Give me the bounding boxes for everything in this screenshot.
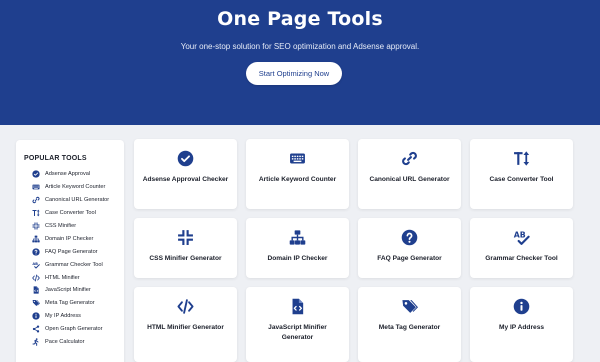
sidebar-list: Adsense Approval Article Keyword Counter C… <box>24 168 124 348</box>
spell-check-icon: AB <box>470 228 573 246</box>
compress-icon <box>31 222 40 231</box>
network-icon <box>246 228 349 246</box>
tool-card[interactable]: My IP Address <box>470 287 573 362</box>
text-height-icon <box>31 209 40 218</box>
link-icon <box>31 196 40 205</box>
network-icon <box>31 234 40 243</box>
tool-card[interactable]: Case Converter Tool <box>470 139 573 209</box>
sidebar-item-label: Grammar Checker Tool <box>45 261 103 268</box>
hero-banner: One Page Tools Your one-stop solution fo… <box>0 0 600 125</box>
compress-icon <box>134 228 237 246</box>
sidebar-item-label: HTML Minifier <box>45 274 80 281</box>
sidebar-item-label: Canonical URL Generator <box>45 197 110 204</box>
site-tagline: Your one-stop solution for SEO optimizat… <box>180 42 420 51</box>
sidebar-item[interactable]: JavaScript Minifier <box>24 284 124 297</box>
tool-card[interactable]: CSS Minifier Generator <box>134 218 237 278</box>
file-code-icon <box>31 286 40 295</box>
code-icon <box>134 297 237 315</box>
sidebar-item[interactable]: Adsense Approval <box>24 168 124 181</box>
tool-card-title: Grammar Checker Tool <box>485 255 558 262</box>
tool-card[interactable]: JavaScript Minifier Generator <box>246 287 349 362</box>
sidebar-item-label: Pace Calculator <box>45 339 85 346</box>
tool-card[interactable]: FAQ Page Generator <box>358 218 461 278</box>
sidebar-item[interactable]: AB Grammar Checker Tool <box>24 258 124 271</box>
tool-card-title: Article Keyword Counter <box>258 176 337 183</box>
tags-icon <box>358 297 461 315</box>
sidebar-item[interactable]: CSS Minifier <box>24 220 124 233</box>
popular-tools-sidebar: POPULAR TOOLS Adsense Approval Article Ke… <box>16 140 124 362</box>
tool-card-title: My IP Address <box>498 324 545 331</box>
tool-card[interactable]: Adsense Approval Checker <box>134 139 237 209</box>
tool-card-title: JavaScript Minifier Generator <box>268 324 327 341</box>
sidebar-item-label: JavaScript Minifier <box>45 287 91 294</box>
tool-card[interactable]: Canonical URL Generator <box>358 139 461 209</box>
sidebar-item-label: Meta Tag Generator <box>45 300 95 307</box>
tool-card[interactable]: HTML Minifier Generator <box>134 287 237 362</box>
sidebar-item-label: Article Keyword Counter <box>45 184 106 191</box>
info-circle-icon <box>470 297 573 315</box>
keyboard-icon <box>31 183 40 192</box>
check-circle-icon <box>134 149 237 167</box>
sidebar-item[interactable]: My IP Address <box>24 310 124 323</box>
sidebar-item[interactable]: Article Keyword Counter <box>24 181 124 194</box>
sidebar-item-label: CSS Minifier <box>45 223 77 229</box>
tool-card-title: Domain IP Checker <box>267 255 328 262</box>
tool-card[interactable]: Domain IP Checker <box>246 218 349 278</box>
tags-icon <box>31 299 40 308</box>
keyboard-icon <box>246 149 349 167</box>
tool-card[interactable]: AB Grammar Checker Tool <box>470 218 573 278</box>
sidebar-item-label: Adsense Approval <box>45 171 91 178</box>
sidebar-heading: POPULAR TOOLS <box>24 155 87 162</box>
running-icon <box>31 338 40 347</box>
sidebar-item[interactable]: Case Converter Tool <box>24 207 124 220</box>
sidebar-item[interactable]: Domain IP Checker <box>24 232 124 245</box>
sidebar-item[interactable]: Open Graph Generator <box>24 323 124 336</box>
tool-card-title: Canonical URL Generator <box>369 176 450 183</box>
sidebar-item[interactable]: HTML Minifier <box>24 271 124 284</box>
info-circle-icon <box>31 312 40 321</box>
sidebar-item-label: Case Converter Tool <box>45 210 96 217</box>
svg-text:AB: AB <box>32 262 38 266</box>
tool-card-title: Case Converter Tool <box>489 176 554 183</box>
share-icon <box>31 325 40 334</box>
tool-card-title: HTML Minifier Generator <box>147 324 224 331</box>
svg-text:AB: AB <box>514 230 526 239</box>
link-icon <box>358 149 461 167</box>
tool-card[interactable]: Article Keyword Counter <box>246 139 349 209</box>
code-icon <box>31 273 40 282</box>
sidebar-item[interactable]: FAQ Page Generator <box>24 245 124 258</box>
question-circle-icon <box>31 247 40 256</box>
question-circle-icon <box>358 228 461 246</box>
sidebar-item[interactable]: Meta Tag Generator <box>24 297 124 310</box>
tool-card-title: Meta Tag Generator <box>378 324 441 331</box>
sidebar-item-label: My IP Address <box>45 313 81 320</box>
sidebar-item-label: Open Graph Generator <box>45 326 103 333</box>
tool-card[interactable]: Meta Tag Generator <box>358 287 461 362</box>
sidebar-item[interactable]: Pace Calculator <box>24 336 124 349</box>
tool-card-title: FAQ Page Generator <box>377 255 442 262</box>
file-code-icon <box>246 297 349 315</box>
start-optimizing-button[interactable]: Start Optimizing Now <box>246 62 342 85</box>
site-title: One Page Tools <box>217 8 383 30</box>
spell-check-icon: AB <box>31 260 40 269</box>
tool-card-title: CSS Minifier Generator <box>149 255 222 262</box>
sidebar-item-label: FAQ Page Generator <box>45 248 98 255</box>
check-circle-icon <box>31 170 40 179</box>
text-height-icon <box>470 149 573 167</box>
sidebar-item[interactable]: Canonical URL Generator <box>24 194 124 207</box>
tool-card-title: Adsense Approval Checker <box>142 176 229 183</box>
sidebar-item-label: Domain IP Checker <box>45 235 94 242</box>
